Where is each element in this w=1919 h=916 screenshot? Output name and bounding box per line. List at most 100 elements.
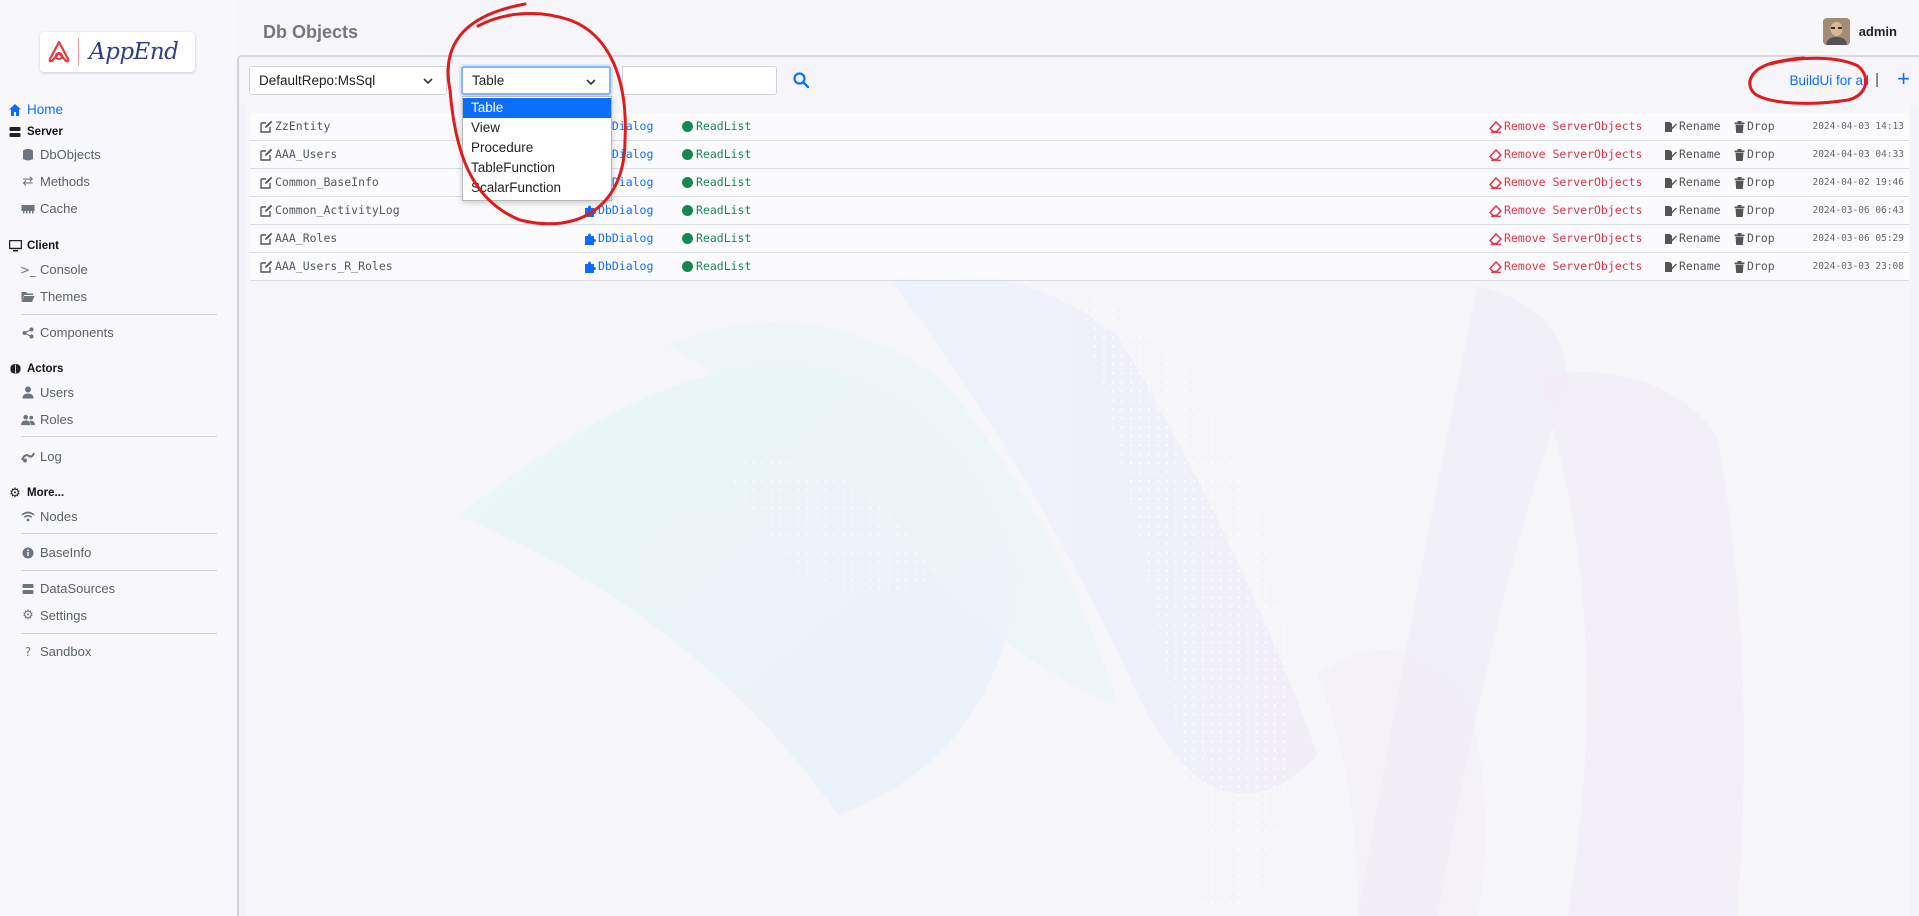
- sidebar-item-label: DataSources: [40, 581, 116, 596]
- user-menu[interactable]: admin: [1822, 18, 1897, 45]
- edit-icon[interactable]: [260, 148, 273, 161]
- status-dot-icon: [682, 233, 693, 244]
- terminal-icon: >_: [19, 262, 37, 277]
- dropdown-option-scalarfunction[interactable]: ScalarFunction: [463, 178, 611, 198]
- edit-icon[interactable]: [260, 232, 273, 245]
- dbdialog-link[interactable]: DbDialog: [584, 225, 653, 252]
- wifi-icon: [21, 510, 35, 524]
- sidebar-divider: [21, 570, 217, 571]
- sidebar-item-settings[interactable]: ⚙ Settings: [21, 608, 87, 623]
- object-name[interactable]: AAA_Users_R_Roles: [275, 253, 393, 280]
- dropdown-option-view[interactable]: View: [463, 118, 611, 138]
- sidebar-item-components[interactable]: Components: [21, 325, 114, 340]
- sidebar-item-users[interactable]: Users: [21, 385, 74, 400]
- brain-icon: [8, 362, 22, 376]
- sidebar-item-label: Methods: [40, 174, 90, 189]
- activity-log-icon: [21, 450, 35, 464]
- sidebar-item-home[interactable]: Home: [8, 102, 63, 117]
- modified-date: 2024-03-06 06:43: [1812, 205, 1904, 216]
- readlist-link[interactable]: ReadList: [682, 141, 751, 168]
- append-logo-icon: [40, 32, 78, 72]
- sidebar-item-baseinfo[interactable]: BaseInfo: [21, 545, 91, 560]
- rename-icon: [1664, 149, 1679, 161]
- dbdialog-link[interactable]: DbDialog: [584, 197, 653, 224]
- trash-icon: [1734, 148, 1747, 161]
- sidebar-item-log[interactable]: Log: [21, 449, 62, 464]
- object-name[interactable]: ZzEntity: [275, 113, 330, 140]
- drop-button[interactable]: Drop: [1734, 113, 1775, 140]
- sidebar-item-datasources[interactable]: DataSources: [21, 581, 115, 596]
- sidebar-item-roles[interactable]: Roles: [21, 412, 73, 427]
- sidebar-item-label: Users: [40, 385, 74, 400]
- sidebar-divider: [21, 436, 217, 437]
- app-logo[interactable]: AppEnd: [40, 32, 195, 72]
- rename-button[interactable]: Rename: [1664, 253, 1721, 280]
- readlist-link[interactable]: ReadList: [682, 225, 751, 252]
- modified-date: 2024-04-02 19:46: [1812, 177, 1904, 188]
- drop-button[interactable]: Drop: [1734, 197, 1775, 224]
- drop-button[interactable]: Drop: [1734, 141, 1775, 168]
- filter-input[interactable]: [622, 66, 777, 95]
- rename-button[interactable]: Rename: [1664, 197, 1721, 224]
- rename-icon: [1664, 233, 1679, 245]
- drop-button[interactable]: Drop: [1734, 169, 1775, 196]
- remove-serverobjects-button[interactable]: Remove ServerObjects: [1489, 113, 1642, 140]
- rename-icon: [1664, 177, 1679, 189]
- dropdown-option-procedure[interactable]: Procedure: [463, 138, 611, 158]
- sidebar-item-sandbox[interactable]: ? Sandbox: [21, 644, 92, 659]
- dropdown-option-tablefunction[interactable]: TableFunction: [463, 158, 611, 178]
- readlist-link[interactable]: ReadList: [682, 253, 751, 280]
- remove-serverobjects-button[interactable]: Remove ServerObjects: [1489, 253, 1642, 280]
- sidebar-item-label: Themes: [40, 289, 87, 304]
- sidebar-item-nodes[interactable]: Nodes: [21, 509, 78, 524]
- object-name[interactable]: AAA_Users: [275, 141, 337, 168]
- dbdialog-link[interactable]: DbDialog: [584, 253, 653, 280]
- edit-icon[interactable]: [260, 120, 273, 133]
- rename-button[interactable]: Rename: [1664, 113, 1721, 140]
- object-name[interactable]: Common_ActivityLog: [275, 197, 400, 224]
- sidebar-item-cache[interactable]: Cache: [21, 201, 78, 216]
- database-icon: [21, 148, 35, 162]
- sidebar-item-dbobjects[interactable]: DbObjects: [21, 147, 101, 162]
- repo-select[interactable]: DefaultRepo:MsSql: [249, 66, 447, 95]
- dropdown-option-table[interactable]: Table: [463, 98, 611, 118]
- sidebar-item-label: Home: [27, 102, 64, 117]
- object-type-select[interactable]: Table: [461, 66, 611, 95]
- readlist-link[interactable]: ReadList: [682, 113, 751, 140]
- logo-text: AppEnd: [89, 39, 179, 65]
- eraser-icon: [1489, 120, 1504, 133]
- edit-icon[interactable]: [260, 204, 273, 217]
- readlist-link[interactable]: ReadList: [682, 197, 751, 224]
- sidebar-item-label: Console: [40, 262, 88, 277]
- sidebar-item-themes[interactable]: Themes: [21, 289, 87, 304]
- trash-icon: [1734, 260, 1747, 273]
- build-ui-for-all-button[interactable]: BuildUi for all: [1789, 73, 1869, 88]
- add-button[interactable]: +: [1897, 66, 1910, 92]
- rename-button[interactable]: Rename: [1664, 169, 1721, 196]
- table-row: AAA_Users_R_Roles DbDialog ReadList Remove …: [250, 253, 1909, 281]
- readlist-link[interactable]: ReadList: [682, 169, 751, 196]
- eraser-icon: [1489, 148, 1504, 161]
- remove-serverobjects-button[interactable]: Remove ServerObjects: [1489, 169, 1642, 196]
- drop-button[interactable]: Drop: [1734, 225, 1775, 252]
- trash-icon: [1734, 204, 1747, 217]
- remove-serverobjects-button[interactable]: Remove ServerObjects: [1489, 141, 1642, 168]
- monitor-icon: [8, 239, 22, 253]
- object-name[interactable]: Common_BaseInfo: [275, 169, 379, 196]
- sidebar-item-methods[interactable]: ⇄ Methods: [21, 174, 90, 189]
- sidebar-item-label: DbObjects: [40, 147, 101, 162]
- sidebar-item-label: BaseInfo: [40, 545, 92, 560]
- object-name[interactable]: AAA_Roles: [275, 225, 337, 252]
- remove-serverobjects-button[interactable]: Remove ServerObjects: [1489, 197, 1642, 224]
- remove-serverobjects-button[interactable]: Remove ServerObjects: [1489, 225, 1642, 252]
- drop-button[interactable]: Drop: [1734, 253, 1775, 280]
- rename-button[interactable]: Rename: [1664, 141, 1721, 168]
- sidebar-item-console[interactable]: >_ Console: [19, 262, 88, 277]
- search-icon[interactable]: [792, 71, 810, 89]
- edit-icon[interactable]: [260, 176, 273, 189]
- modified-date: 2024-03-06 05:29: [1812, 233, 1904, 244]
- edit-icon[interactable]: [260, 260, 273, 273]
- puzzle-icon: [584, 233, 598, 245]
- rename-button[interactable]: Rename: [1664, 225, 1721, 252]
- status-dot-icon: [682, 261, 693, 272]
